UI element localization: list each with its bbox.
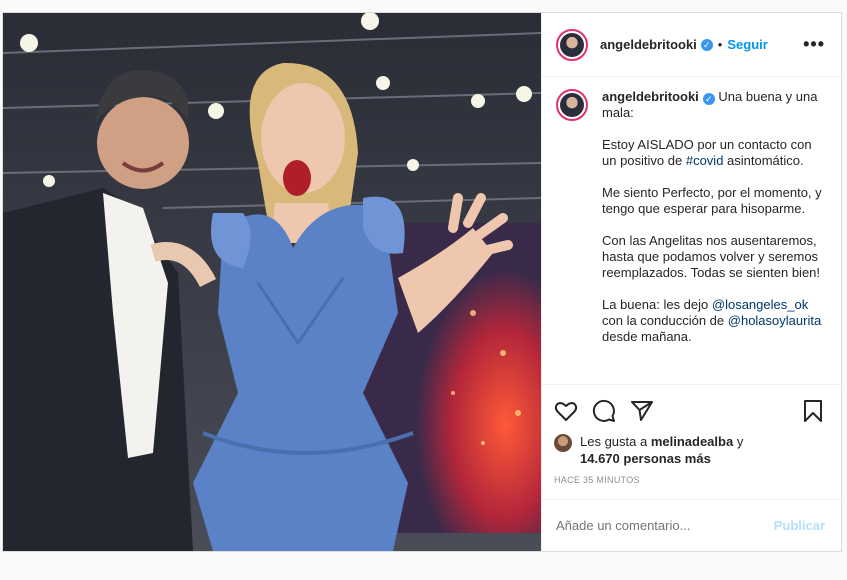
caption-body-2: asintomático. Me siento Perfecto, por el… xyxy=(602,153,822,312)
likes-count[interactable]: 14.670 personas más xyxy=(580,451,711,466)
publish-button[interactable]: Publicar xyxy=(774,518,825,533)
liker-avatar[interactable] xyxy=(554,434,572,452)
comment-input[interactable] xyxy=(556,518,774,533)
comment-box: Publicar xyxy=(542,499,841,551)
instagram-post: angeldebritooki ✓ • Seguir ••• angeldebr… xyxy=(2,12,842,552)
post-header: angeldebritooki ✓ • Seguir ••• xyxy=(542,13,841,77)
caption-text: angeldebritooki ✓ Una buena y una mala: E… xyxy=(602,89,825,384)
follow-button[interactable]: Seguir xyxy=(727,37,767,52)
liker-username[interactable]: melinadealba xyxy=(651,434,733,449)
likes-summary: Les gusta a melinadealba y 14.670 person… xyxy=(554,433,825,467)
hashtag-link[interactable]: #covid xyxy=(686,153,724,168)
likes-middle: y xyxy=(733,434,744,449)
caption: angeldebritooki ✓ Una buena y una mala: E… xyxy=(542,77,841,384)
post-sidebar: angeldebritooki ✓ • Seguir ••• angeldebr… xyxy=(541,13,841,551)
author-avatar[interactable] xyxy=(556,28,588,61)
post-timestamp[interactable]: HACE 35 MINUTOS xyxy=(554,475,825,485)
heart-icon[interactable] xyxy=(554,399,578,423)
mention-link-1[interactable]: @losangeles_ok xyxy=(712,297,808,312)
likes-prefix: Les gusta a xyxy=(580,434,651,449)
comment-icon[interactable] xyxy=(592,399,616,423)
photo-illustration xyxy=(3,13,541,551)
action-bar: Les gusta a melinadealba y 14.670 person… xyxy=(542,384,841,499)
caption-verified-icon: ✓ xyxy=(702,93,715,105)
separator-dot: • xyxy=(717,37,723,52)
share-icon[interactable] xyxy=(630,399,654,423)
caption-username[interactable]: angeldebritooki xyxy=(602,89,699,104)
caption-avatar[interactable] xyxy=(556,89,588,121)
bookmark-icon[interactable] xyxy=(801,399,825,423)
more-icon[interactable]: ••• xyxy=(803,34,825,55)
verified-badge-icon: ✓ xyxy=(700,38,713,51)
action-icons xyxy=(554,391,825,431)
author-username[interactable]: angeldebritooki xyxy=(600,37,697,52)
post-photo[interactable] xyxy=(3,13,541,551)
mention-link-2[interactable]: @holasoylaurita xyxy=(728,313,821,328)
